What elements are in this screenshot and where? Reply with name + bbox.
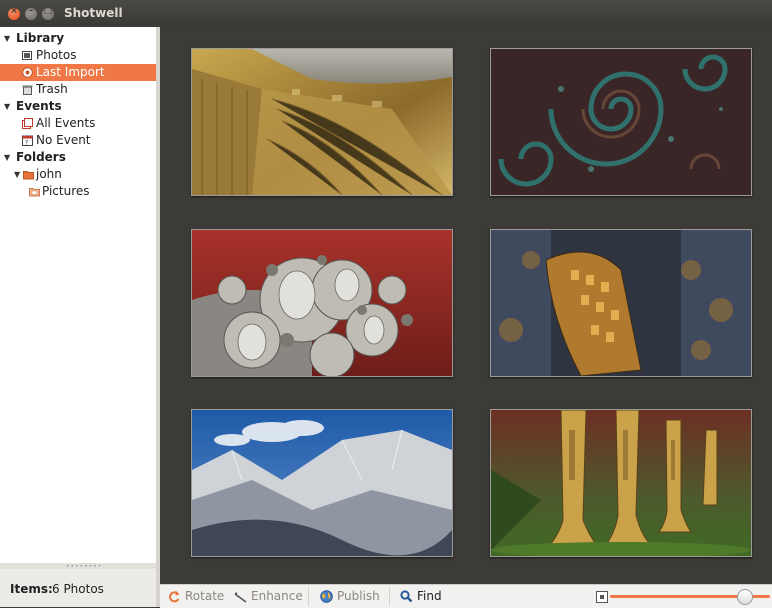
items-label: Items: [10, 582, 53, 596]
find-button[interactable]: Find [400, 588, 450, 605]
sidebar-item-folder-john[interactable]: ▼ john [0, 166, 156, 183]
enhance-label: Enhance [251, 589, 303, 603]
sidebar-item-last-import[interactable]: Last Import [0, 64, 156, 81]
photos-icon [22, 51, 32, 60]
sidebar-item-label: Photos [36, 48, 77, 62]
rotate-icon [169, 591, 180, 603]
photo-image [491, 49, 751, 195]
sidebar-header-folders[interactable]: ▼ Folders [0, 149, 156, 166]
pictures-folder-icon [29, 188, 40, 197]
toolbar-separator [389, 587, 390, 606]
minimize-icon: – [28, 6, 34, 16]
sidebar-item-label: john [36, 167, 62, 181]
status-area: Items: 6 Photos [0, 569, 156, 607]
sidebar-item-label: No Event [36, 133, 91, 147]
sidebar-item-label: Last Import [36, 65, 105, 79]
photo-thumbnail[interactable] [490, 409, 752, 557]
sidebar-item-no-event[interactable]: ? No Event [0, 132, 156, 149]
sidebar-item-trash[interactable]: Trash [0, 81, 156, 98]
maximize-window-button[interactable]: □ [42, 6, 54, 20]
trash-icon [22, 85, 33, 95]
rotate-button[interactable]: Rotate [168, 588, 228, 605]
sidebar-item-label: Pictures [42, 184, 90, 198]
search-icon [400, 590, 413, 603]
publish-label: Publish [337, 589, 380, 603]
enhance-button[interactable]: Enhance [234, 588, 303, 605]
sidebar-header-label: Library [16, 31, 65, 45]
sidebar-item-photos[interactable]: Photos [0, 47, 156, 64]
bottom-toolbar: Rotate Enhance Publish Find [160, 584, 772, 608]
sidebar-header-label: Events [16, 99, 62, 113]
rotate-label: Rotate [185, 589, 225, 603]
photo-image [491, 410, 751, 556]
title-bar: × – □ Shotwell [0, 0, 772, 27]
photo-thumbnail[interactable] [490, 229, 752, 377]
expander-icon[interactable]: ▼ [4, 149, 10, 166]
enhance-wand-icon [234, 592, 247, 603]
items-count: 6 Photos [52, 582, 104, 596]
globe-icon [320, 590, 333, 603]
photo-grid [160, 27, 772, 584]
sidebar-item-label: All Events [36, 116, 96, 130]
expander-icon[interactable]: ▼ [4, 30, 10, 47]
sidebar-header-library[interactable]: ▼ Library [0, 30, 156, 47]
find-label: Find [417, 589, 442, 603]
zoom-slider-handle[interactable] [737, 589, 754, 605]
zoom-out-icon[interactable] [596, 591, 608, 603]
close-window-button[interactable]: × [8, 6, 20, 20]
import-icon [22, 67, 33, 78]
sidebar-item-label: Trash [36, 82, 68, 96]
sidebar: ▼ Library Photos Last Import Trash ▼ Eve… [0, 27, 156, 563]
toolbar-separator [308, 587, 309, 606]
sidebar-header-label: Folders [16, 150, 66, 164]
photo-thumbnail[interactable] [490, 48, 752, 196]
close-icon: × [10, 6, 18, 16]
calendar-icon: ? [22, 135, 33, 146]
home-folder-icon [23, 171, 34, 180]
photo-image [192, 49, 452, 195]
publish-button[interactable]: Publish [320, 588, 384, 605]
photo-image [192, 410, 452, 556]
expander-icon[interactable]: ▼ [14, 166, 20, 183]
photo-thumbnail[interactable] [191, 409, 453, 557]
sidebar-header-events[interactable]: ▼ Events [0, 98, 156, 115]
events-icon [22, 118, 33, 129]
svg-text:?: ? [25, 140, 28, 147]
minimize-window-button[interactable]: – [25, 6, 37, 20]
photo-image [192, 230, 452, 376]
window-title: Shotwell [64, 6, 123, 20]
sidebar-item-all-events[interactable]: All Events [0, 115, 156, 132]
photo-thumbnail[interactable] [191, 229, 453, 377]
photo-thumbnail[interactable] [191, 48, 453, 196]
maximize-icon: □ [43, 6, 53, 16]
sidebar-item-folder-pictures[interactable]: Pictures [0, 183, 156, 200]
expander-icon[interactable]: ▼ [4, 98, 10, 115]
photo-image [491, 230, 751, 376]
